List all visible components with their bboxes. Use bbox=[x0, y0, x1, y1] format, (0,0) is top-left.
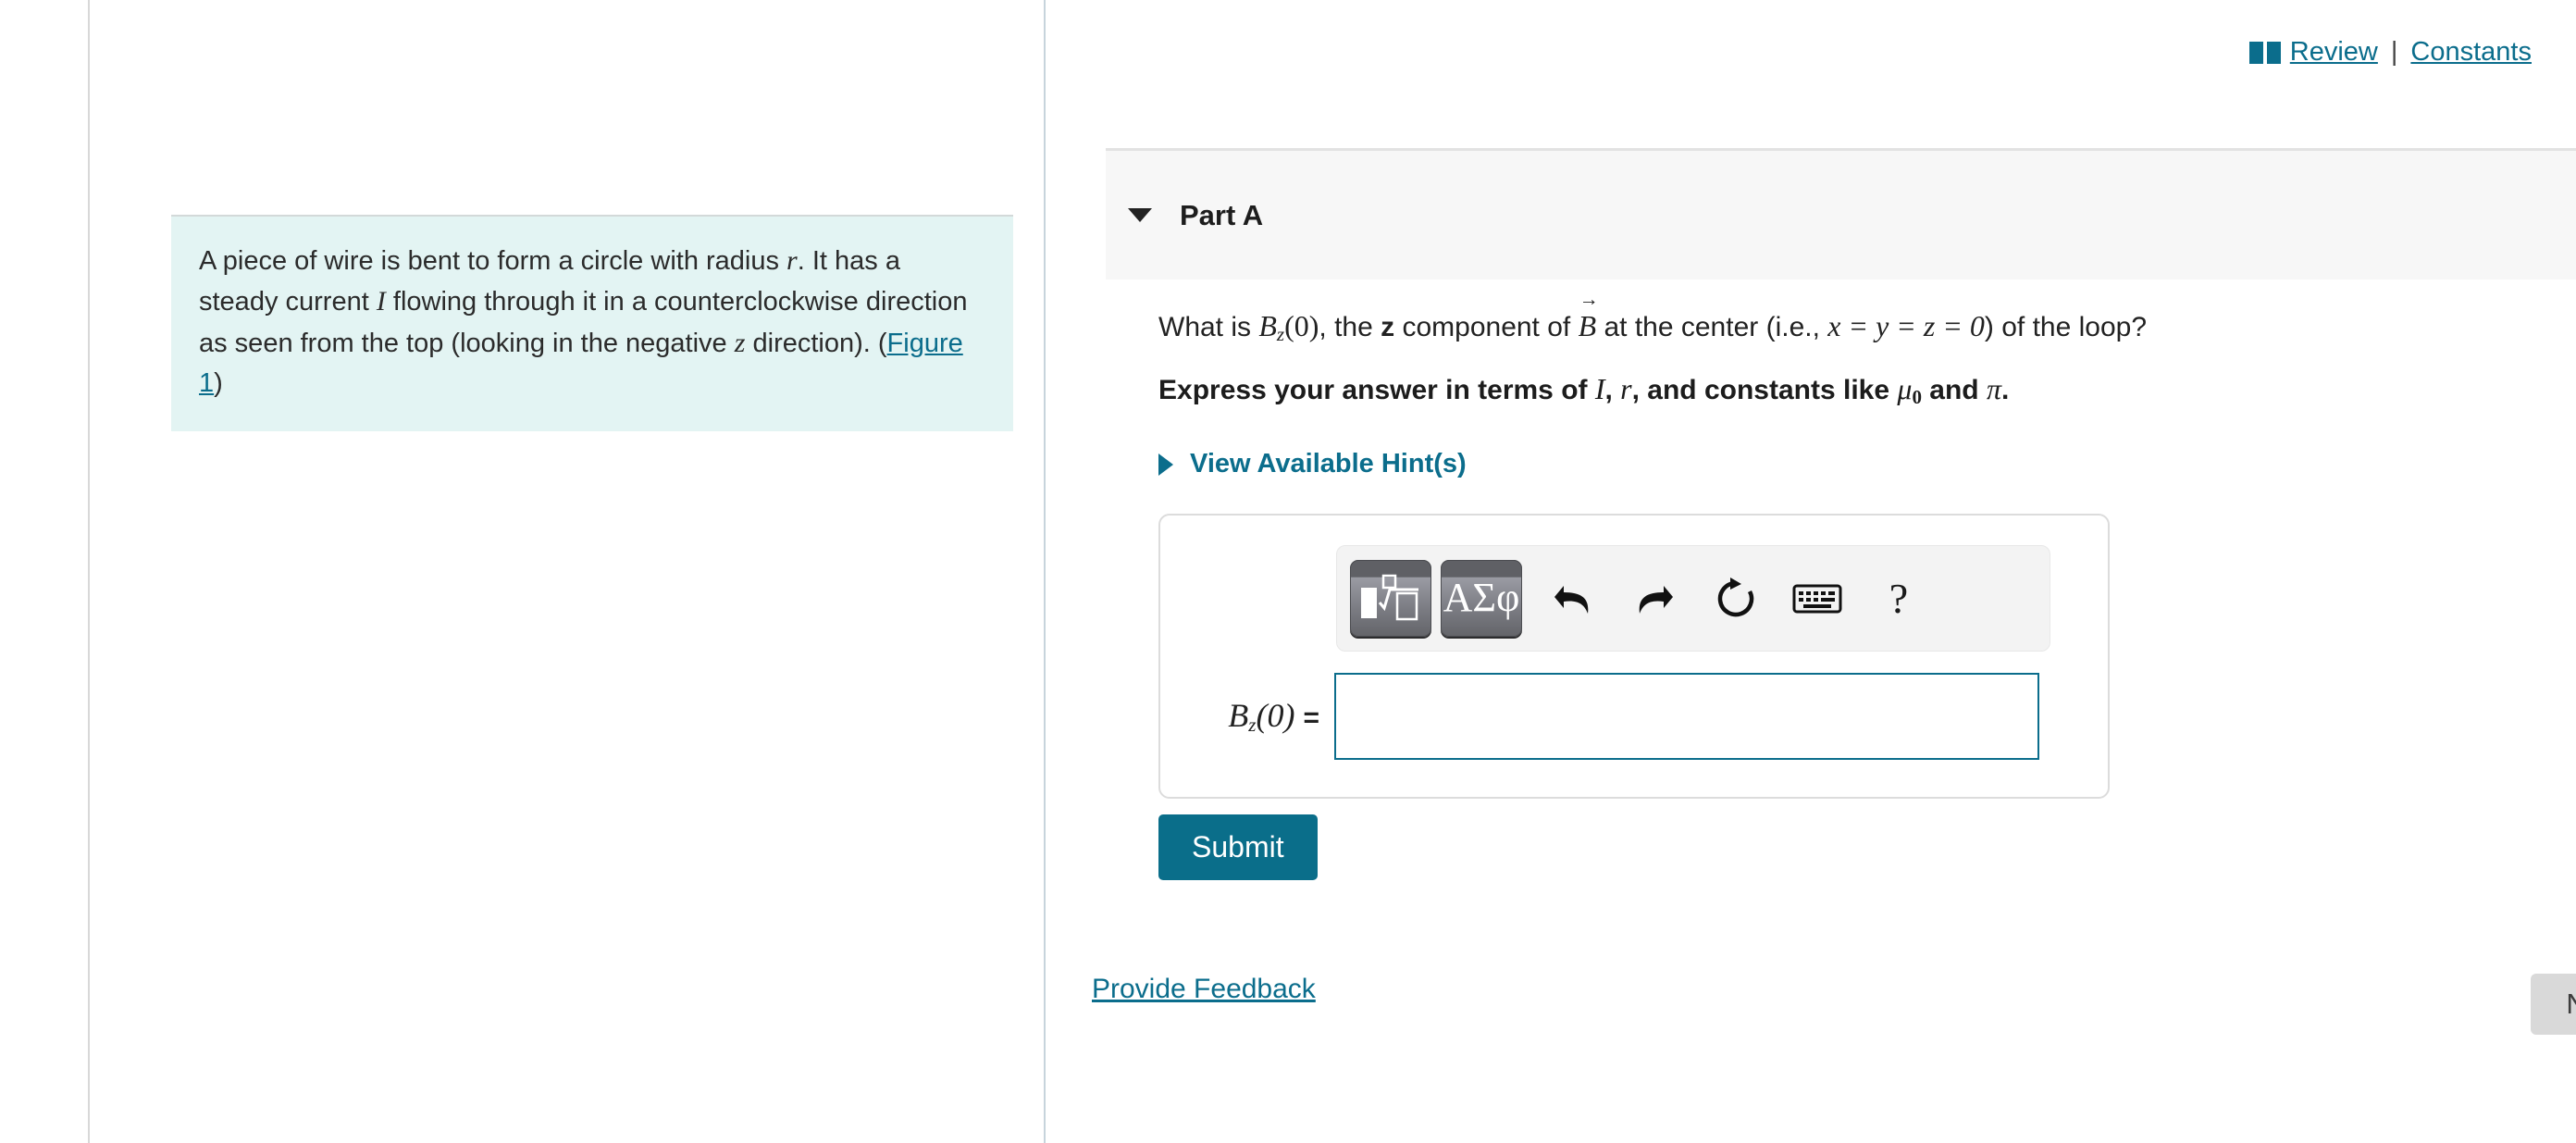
greek-letters-button[interactable]: ΑΣφ bbox=[1441, 560, 1522, 637]
answer-label-arg: (0) bbox=[1256, 697, 1295, 734]
next-button-label: Next bbox=[2566, 988, 2576, 1021]
question-part-5: ) of the loop? bbox=[1984, 312, 2148, 342]
review-link[interactable]: Review bbox=[2290, 37, 2378, 68]
instruction-var-r: r bbox=[1620, 372, 1632, 406]
constants-link[interactable]: Constants bbox=[2410, 37, 2532, 68]
submit-button[interactable]: Submit bbox=[1158, 814, 1318, 880]
view-hints-label: View Available Hint(s) bbox=[1190, 449, 1467, 478]
math-template-button[interactable] bbox=[1350, 560, 1431, 637]
part-title: Part A bbox=[1180, 198, 1264, 231]
math-template-icon bbox=[1361, 574, 1418, 620]
top-links: Review | Constants bbox=[2248, 37, 2532, 68]
help-button[interactable]: ? bbox=[1868, 568, 1929, 629]
book-icon bbox=[2248, 41, 2281, 65]
answer-container: ΑΣφ ? Bz(0) = bbox=[1158, 514, 2110, 799]
question-quantity-arg: (0) bbox=[1284, 309, 1319, 342]
question-area: What is Bz(0), the z component of → B at … bbox=[1158, 290, 2546, 409]
question-part-3: component of bbox=[1394, 312, 1579, 342]
problem-pane: A piece of wire is bent to form a circle… bbox=[90, 0, 1044, 1143]
instruction-const-pi: π bbox=[1986, 372, 2001, 406]
radius-symbol: r bbox=[786, 245, 798, 276]
axis-symbol: z bbox=[734, 327, 746, 358]
instruction-part-3: , and constants like bbox=[1631, 375, 1898, 406]
problem-text-part-1: A piece of wire is bent to form a circle… bbox=[199, 246, 787, 276]
help-label: ? bbox=[1889, 575, 1909, 622]
view-hints-toggle[interactable]: View Available Hint(s) bbox=[1158, 449, 1467, 479]
keyboard-icon bbox=[1792, 584, 1842, 613]
field-vector-symbol: → B bbox=[1578, 290, 1599, 347]
chevron-down-icon[interactable] bbox=[1128, 208, 1152, 222]
answer-row: Bz(0) = bbox=[1179, 673, 2095, 760]
redo-icon bbox=[1639, 585, 1673, 614]
greek-letters-label: ΑΣφ bbox=[1443, 574, 1520, 620]
next-button[interactable]: Next ❯ bbox=[2531, 974, 2576, 1035]
question-quantity-subscript: z bbox=[1276, 323, 1285, 345]
question-component: z bbox=[1381, 312, 1395, 342]
keyboard-button[interactable] bbox=[1787, 568, 1848, 629]
link-separator: | bbox=[2390, 37, 2398, 67]
instruction-part-1: Express your answer in terms of bbox=[1158, 375, 1595, 406]
undo-button[interactable] bbox=[1542, 568, 1604, 629]
question-part-4: at the center (i.e., bbox=[1596, 312, 1828, 342]
redo-button[interactable] bbox=[1624, 568, 1685, 629]
provide-feedback-link[interactable]: Provide Feedback bbox=[1092, 974, 1316, 1005]
problem-text-part-4: direction). ( bbox=[745, 328, 887, 358]
assignment-page: A piece of wire is bent to form a circle… bbox=[0, 0, 2576, 1143]
answer-input[interactable] bbox=[1334, 673, 2039, 760]
question-text: What is Bz(0), the z component of → B at … bbox=[1158, 290, 2546, 348]
question-part-2: , the bbox=[1319, 312, 1381, 342]
instruction-const-mu-subscript: 0 bbox=[1912, 386, 1922, 409]
answer-pane: Review | Constants Part A What is Bz(0),… bbox=[1046, 0, 2576, 1143]
part-a-header[interactable]: Part A bbox=[1106, 148, 2576, 280]
instruction-part-5: . bbox=[2000, 375, 2010, 406]
vector-arrow-icon: → bbox=[1579, 289, 1599, 310]
undo-icon bbox=[1554, 585, 1589, 614]
problem-text-part-5: ) bbox=[214, 368, 223, 399]
instruction-part-2: , bbox=[1604, 375, 1621, 406]
instruction-var-i: I bbox=[1594, 372, 1605, 406]
instruction-const-mu: μ bbox=[1897, 372, 1913, 406]
reset-button[interactable] bbox=[1705, 568, 1766, 629]
chevron-right-icon[interactable] bbox=[1158, 453, 1173, 476]
answer-label: Bz(0) = bbox=[1179, 696, 1334, 737]
instruction-text: Express your answer in terms of I, r, an… bbox=[1158, 372, 2546, 409]
answer-label-equals: = bbox=[1303, 702, 1319, 733]
field-symbol-letter: B bbox=[1578, 309, 1597, 342]
problem-statement: A piece of wire is bent to form a circle… bbox=[171, 215, 1013, 432]
answer-label-base: B bbox=[1228, 697, 1249, 734]
question-condition: x = y = z = 0 bbox=[1827, 309, 1985, 342]
question-part-1: What is bbox=[1158, 312, 1259, 342]
math-toolbar: ΑΣφ ? bbox=[1336, 545, 2050, 652]
reset-icon bbox=[1717, 577, 1754, 616]
instruction-part-4: and bbox=[1921, 375, 1987, 406]
current-symbol: I bbox=[376, 286, 386, 317]
question-quantity: B bbox=[1258, 309, 1277, 342]
